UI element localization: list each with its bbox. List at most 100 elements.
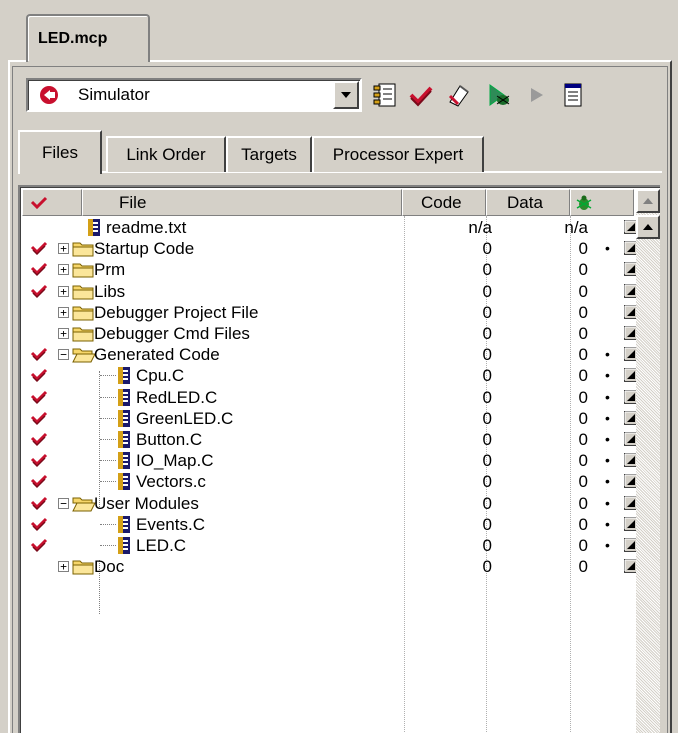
checkmark-icon[interactable] — [30, 431, 48, 447]
file-row[interactable]: + Debugger Project File 0 0 — [22, 302, 638, 323]
debug-marker[interactable]: • — [605, 429, 610, 450]
expand-icon[interactable]: + — [58, 243, 69, 255]
file-name: readme.txt — [106, 218, 187, 237]
debug-icon[interactable] — [486, 82, 512, 108]
synchronize-icon[interactable] — [446, 82, 472, 108]
debug-marker[interactable]: • — [605, 514, 610, 535]
header-debug[interactable] — [570, 189, 634, 216]
file-row[interactable]: Cpu.C 0 0 • — [22, 365, 638, 386]
file-row[interactable]: + Debugger Cmd Files 0 0 — [22, 323, 638, 344]
tab-targets[interactable]: Targets — [226, 136, 312, 172]
file-row[interactable]: readme.txt n/a n/a — [22, 217, 638, 238]
folder-icon — [72, 263, 94, 278]
data-size: 0 — [578, 324, 588, 343]
document-tab[interactable]: LED.mcp — [26, 14, 150, 65]
collapse-icon[interactable]: − — [58, 497, 69, 509]
expand-icon[interactable]: + — [58, 561, 69, 573]
file-row[interactable]: LED.C 0 0 • — [22, 535, 638, 556]
target-select[interactable]: Simulator — [26, 78, 362, 112]
folder-icon — [72, 327, 94, 342]
debug-marker[interactable]: • — [605, 238, 610, 259]
scroll-up-button[interactable] — [636, 189, 660, 213]
tree-connector — [100, 417, 116, 419]
checkmark-icon[interactable] — [30, 410, 48, 426]
file-row[interactable]: + Libs 0 0 — [22, 281, 638, 302]
file-row[interactable]: − Generated Code 0 0 • — [22, 344, 638, 365]
code-size: 0 — [482, 387, 492, 407]
expand-icon[interactable]: + — [58, 328, 69, 339]
file-name: GreenLED.C — [136, 408, 234, 428]
file-row[interactable]: + Doc 0 0 — [22, 556, 638, 577]
checkmark-icon[interactable] — [30, 346, 48, 362]
debug-marker[interactable]: • — [605, 387, 610, 408]
file-row[interactable]: RedLED.C 0 0 • — [22, 387, 638, 408]
header-file[interactable]: File — [82, 189, 402, 216]
debug-marker[interactable]: • — [605, 471, 610, 492]
tree-connector — [100, 375, 116, 377]
data-size: 0 — [578, 536, 588, 555]
file-name: Vectors.c — [136, 472, 206, 492]
file-icon — [118, 367, 130, 385]
tree-connector — [100, 396, 116, 398]
data-size: 0 — [578, 387, 588, 407]
checkmark-icon[interactable] — [30, 261, 48, 277]
checkmark-icon[interactable] — [30, 473, 48, 489]
file-row[interactable]: GreenLED.C 0 0 • — [22, 408, 638, 429]
checkmark-icon[interactable] — [30, 240, 48, 256]
tab-label: Link Order — [126, 145, 206, 164]
folder-open-icon — [72, 497, 96, 512]
file-row[interactable]: Events.C 0 0 • — [22, 514, 638, 535]
checkmark-icon[interactable] — [30, 283, 48, 299]
debug-marker[interactable]: • — [605, 450, 610, 471]
debug-marker[interactable]: • — [605, 535, 610, 556]
checkmark-icon[interactable] — [30, 452, 48, 468]
debug-marker[interactable]: • — [605, 344, 610, 365]
file-row[interactable]: Button.C 0 0 • — [22, 429, 638, 450]
file-row[interactable]: Vectors.c 0 0 • — [22, 471, 638, 492]
code-size: 0 — [482, 472, 492, 492]
vertical-scrollbar[interactable] — [636, 189, 660, 733]
file-row[interactable]: − User Modules 0 0 • — [22, 493, 638, 514]
project-inspector-icon[interactable] — [562, 82, 584, 108]
checkmark-icon[interactable] — [30, 537, 48, 553]
file-row[interactable]: + Startup Code 0 0 • — [22, 238, 638, 259]
file-list[interactable]: File Code Data readme.txt n/a n/a + Startup … — [18, 185, 660, 733]
chevron-down-icon — [341, 92, 351, 98]
debug-marker[interactable]: • — [605, 408, 610, 429]
expand-icon[interactable]: + — [58, 285, 69, 297]
tab-label: Targets — [241, 145, 297, 164]
file-row[interactable]: + Prm 0 0 — [22, 259, 638, 280]
header-check-column[interactable] — [22, 189, 82, 216]
checkmark-icon[interactable] — [30, 516, 48, 532]
file-name: Events.C — [136, 514, 205, 534]
target-label: Simulator — [78, 85, 150, 104]
debug-marker[interactable]: • — [605, 365, 610, 386]
settings-icon[interactable] — [372, 82, 398, 108]
header-data-label: Data — [507, 192, 543, 212]
tab-processor-expert[interactable]: Processor Expert — [312, 136, 484, 172]
run-icon[interactable] — [524, 82, 550, 108]
expand-icon[interactable]: + — [58, 306, 69, 318]
debug-marker[interactable]: • — [605, 493, 610, 514]
data-size: n/a — [564, 218, 588, 237]
code-size: 0 — [482, 536, 492, 555]
code-size: 0 — [482, 493, 492, 513]
file-row[interactable]: IO_Map.C 0 0 • — [22, 450, 638, 471]
folder-icon — [72, 306, 94, 321]
file-name: User Modules — [94, 493, 199, 513]
header-code[interactable]: Code — [402, 189, 486, 216]
target-dropdown-button[interactable] — [333, 81, 359, 109]
checkmark-icon — [30, 196, 48, 209]
checkmark-icon[interactable] — [30, 495, 48, 511]
arrow-up-icon — [643, 224, 653, 230]
scroll-up-button-secondary[interactable] — [636, 215, 660, 239]
checkmark-icon[interactable] — [30, 389, 48, 405]
header-data[interactable]: Data — [486, 189, 570, 216]
data-size: 0 — [578, 302, 588, 322]
checkmark-icon[interactable] — [30, 367, 48, 383]
collapse-icon[interactable]: − — [58, 349, 69, 361]
expand-icon[interactable]: + — [58, 264, 69, 276]
tab-files[interactable]: Files — [18, 130, 102, 174]
tab-link-order[interactable]: Link Order — [106, 136, 226, 172]
make-icon[interactable] — [408, 82, 434, 108]
